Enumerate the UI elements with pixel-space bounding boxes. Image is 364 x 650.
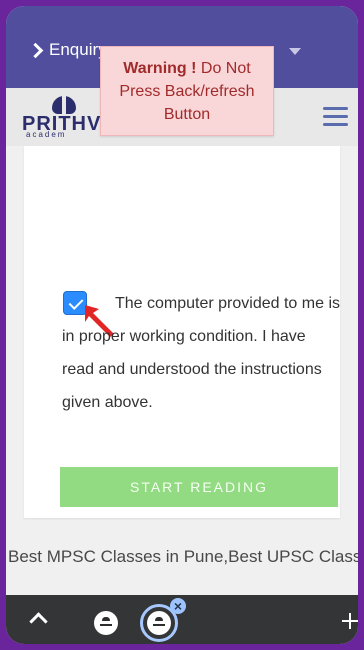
enquiry-menu[interactable]: Enquiry [27, 40, 107, 60]
active-profile-tab-icon[interactable] [147, 611, 171, 635]
menu-line [323, 107, 348, 110]
start-reading-button[interactable]: START READING [60, 467, 338, 507]
footer-seo-text: Best MPSC Classes in Pune,Best UPSC Clas… [8, 547, 358, 566]
enquiry-label: Enquiry [49, 40, 107, 59]
agreement-text: The computer provided to me is in proper… [62, 295, 340, 411]
prithvi-academy-logo[interactable]: PRITHV academ [22, 96, 110, 139]
warning-title: Warning ! [123, 60, 197, 77]
chevron-up-icon[interactable] [29, 612, 48, 631]
close-icon[interactable]: × [170, 598, 186, 614]
profile-tab-icon[interactable] [94, 611, 118, 635]
plus-icon[interactable] [342, 613, 358, 629]
warning-alert: Warning ! Do Not Press Back/refresh Butt… [100, 46, 274, 136]
menu-line [323, 123, 348, 126]
browser-bottom-navigation: × [6, 595, 358, 644]
menu-line [323, 115, 348, 118]
logo-subtext: academ [26, 130, 67, 139]
logo-mark [52, 96, 76, 114]
mobile-browser-screen: Enquiry PRITHV academ Warning ! Do Not P… [6, 6, 358, 644]
chevron-right-icon [27, 42, 44, 59]
hamburger-menu-icon[interactable] [323, 107, 348, 127]
chevron-down-icon[interactable] [289, 48, 301, 55]
